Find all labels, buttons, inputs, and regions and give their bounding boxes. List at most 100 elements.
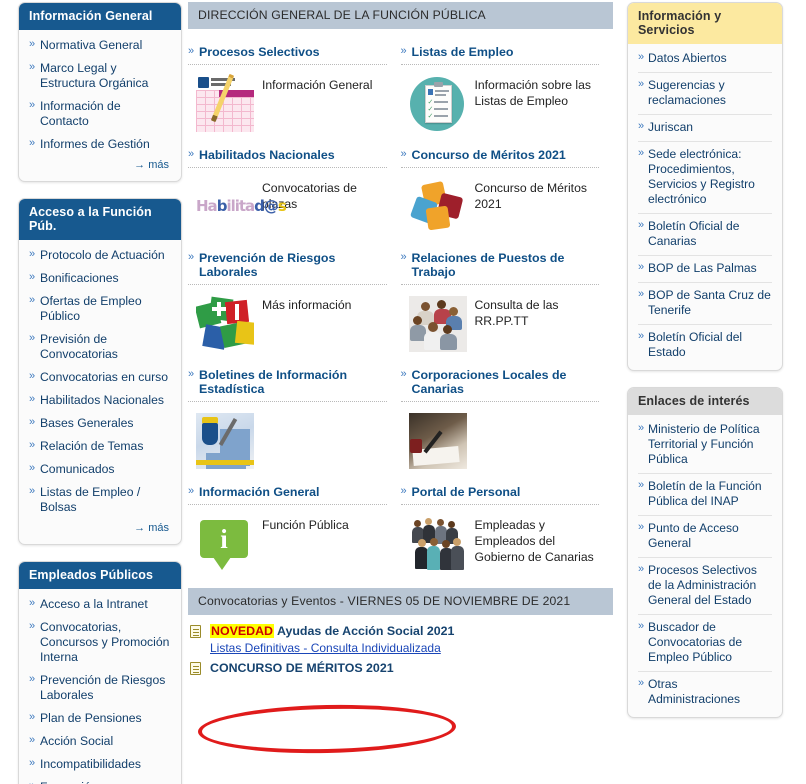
sidebar-item-datos-abiertos[interactable]: Datos Abiertos — [638, 46, 772, 73]
sidebar-item-boletin-funcion-publica-inap[interactable]: Boletín de la Función Pública del INAP — [638, 474, 772, 516]
sidebar-item-juriscan[interactable]: Juriscan — [638, 115, 772, 142]
sidebar-item-normativa-general[interactable]: Normativa General — [29, 34, 171, 57]
section-title[interactable]: Boletines de Información Estadística — [188, 362, 387, 402]
sidebar-block-body: Protocolo de Actuación Bonificaciones Of… — [19, 240, 181, 544]
section-link[interactable]: Función Pública — [262, 509, 349, 533]
group-photo-icon[interactable] — [409, 516, 467, 572]
section-link[interactable]: Concurso de Méritos 2021 — [475, 172, 600, 212]
sidebar-block-title: Acceso a la Función Púb. — [19, 199, 181, 240]
sidebar-item-bases-generales[interactable]: Bases Generales — [29, 412, 171, 435]
sidebar-item-habilitados-nacionales[interactable]: Habilitados Nacionales — [29, 389, 171, 412]
sidebar-item-bonificaciones[interactable]: Bonificaciones — [29, 267, 171, 290]
section-body — [401, 406, 600, 472]
section-corporaciones-locales-canarias: Corporaciones Locales de Canarias — [400, 362, 614, 472]
sidebar-item-boletin-oficial-canarias[interactable]: Boletín Oficial de Canarias — [638, 214, 772, 256]
sidebar-item-plan-pensiones[interactable]: Plan de Pensiones — [29, 707, 171, 730]
section-listas-de-empleo: Listas de Empleo ✓ ✓ ✓ Información sobre… — [400, 39, 614, 135]
habilitados-wordmark-icon[interactable]: Habilitad@s — [196, 179, 287, 219]
sidebar-item-informes-gestion[interactable]: Informes de Gestión — [29, 133, 171, 156]
sidebar-item-accion-social[interactable]: Acción Social — [29, 730, 171, 753]
sidebar-more-link[interactable]: → más — [29, 519, 171, 536]
sidebar-item-ministerio-politica-territorial[interactable]: Ministerio de Política Territorial y Fun… — [638, 417, 772, 474]
events-header: Convocatorias y Eventos - VIERNES 05 DE … — [188, 588, 613, 615]
sidebar-block-empleados-publicos: Empleados Públicos Acceso a la Intranet … — [18, 561, 182, 784]
sidebar-item-prevision-convocatorias[interactable]: Previsión de Convocatorias — [29, 328, 171, 366]
sidebar-item-formacion[interactable]: Formación — [29, 776, 171, 784]
sidebar-block-title: Empleados Públicos — [19, 562, 181, 589]
section-title[interactable]: Prevención de Riesgos Laborales — [188, 245, 387, 285]
safety-signs-icon[interactable] — [196, 296, 254, 352]
sidebar-more-link[interactable]: → más — [29, 156, 171, 173]
sidebar-item-relacion-temas[interactable]: Relación de Temas — [29, 435, 171, 458]
section-body: Habilitad@s Convocatorias de plazas — [188, 172, 387, 238]
teal-checklist-icon[interactable]: ✓ ✓ ✓ — [409, 76, 467, 132]
sidebar-block-body: Datos Abiertos Sugerencias y reclamacion… — [628, 44, 782, 370]
sidebar-item-ofertas-empleo-publico[interactable]: Ofertas de Empleo Público — [29, 290, 171, 328]
event-title[interactable]: CONCURSO DE MÉRITOS 2021 — [210, 660, 613, 677]
event-sublink-truncated[interactable] — [210, 677, 613, 684]
section-habilitados-nacionales: Habilitados Nacionales Habilitad@s Convo… — [188, 142, 401, 238]
section-portal-de-personal: Portal de Personal — [400, 479, 614, 575]
sidebar-item-boletin-oficial-estado[interactable]: Boletín Oficial del Estado — [638, 325, 772, 366]
spreadsheet-pencil-icon[interactable] — [196, 73, 254, 132]
sidebar-item-otras-administraciones[interactable]: Otras Administraciones — [638, 672, 772, 713]
section-link[interactable]: Información sobre las Listas de Empleo — [475, 69, 600, 109]
right-sidebar: Información y Servicios Datos Abiertos S… — [627, 2, 783, 734]
event-sublink[interactable]: Listas Definitivas - Consulta Individual… — [210, 640, 613, 657]
sidebar-item-bop-las-palmas[interactable]: BOP de Las Palmas — [638, 256, 772, 283]
sidebar-item-incompatibilidades[interactable]: Incompatibilidades — [29, 753, 171, 776]
section-body: ✓ ✓ ✓ Información sobre las Listas de Em… — [401, 69, 600, 135]
section-title[interactable]: Listas de Empleo — [400, 39, 599, 65]
signing-document-icon[interactable] — [408, 413, 467, 469]
sidebar-block-title: Información General — [19, 3, 181, 30]
green-info-balloon-icon[interactable]: i — [196, 516, 254, 572]
section-link[interactable]: Empleadas y Empleados del Gobierno de Ca… — [475, 509, 600, 565]
section-title[interactable]: Relaciones de Puestos de Trabajo — [400, 245, 599, 285]
sidebar-item-procesos-selectivos-age[interactable]: Procesos Selectivos de la Administración… — [638, 558, 772, 615]
sidebar-item-convocatorias-en-curso[interactable]: Convocatorias en curso — [29, 366, 171, 389]
section-title[interactable]: Información General — [188, 479, 387, 505]
sidebar-item-listas-empleo-bolsas[interactable]: Listas de Empleo / Bolsas — [29, 481, 171, 519]
section-grid: Procesos Selectivos Información General … — [188, 29, 613, 582]
section-title[interactable]: Corporaciones Locales de Canarias — [400, 362, 599, 402]
sidebar-block-informacion-servicios: Información y Servicios Datos Abiertos S… — [627, 2, 783, 371]
section-title[interactable]: Concurso de Méritos 2021 — [400, 142, 599, 168]
section-title[interactable]: Procesos Selectivos — [188, 39, 387, 65]
document-icon — [190, 662, 201, 675]
section-link[interactable]: Información General — [262, 69, 372, 93]
main-content: DIRECCIÓN GENERAL DE LA FUNCIÓN PÚBLICA … — [188, 2, 613, 687]
section-link[interactable]: Más información — [262, 289, 351, 313]
puzzle-pieces-icon[interactable] — [409, 179, 467, 235]
section-boletines-informacion-estadistica: Boletines de Información Estadística — [188, 362, 401, 472]
sidebar-block-title: Información y Servicios — [628, 3, 782, 44]
sidebar-block-body: Acceso a la Intranet Convocatorias, Conc… — [19, 589, 181, 784]
sidebar-item-comunicados[interactable]: Comunicados — [29, 458, 171, 481]
sidebar-item-bop-santa-cruz-tenerife[interactable]: BOP de Santa Cruz de Tenerife — [638, 283, 772, 325]
events-list: NOVEDAD Ayudas de Acción Social 2021 Lis… — [188, 615, 613, 687]
section-body: Información General — [188, 69, 387, 135]
section-link[interactable]: Consulta de las RR.PP.TT — [475, 289, 600, 329]
section-body: Concurso de Méritos 2021 — [401, 172, 600, 238]
sidebar-item-protocolo-actuacion[interactable]: Protocolo de Actuación — [29, 244, 171, 267]
sidebar-item-sugerencias-reclamaciones[interactable]: Sugerencias y reclamaciones — [638, 73, 772, 115]
sidebar-block-informacion-general: Información General Normativa General Ma… — [18, 2, 182, 182]
event-title[interactable]: NOVEDAD Ayudas de Acción Social 2021 — [210, 623, 613, 640]
canarias-statistics-icon[interactable] — [196, 413, 254, 469]
sidebar-item-sede-electronica[interactable]: Sede electrónica: Procedimientos, Servic… — [638, 142, 772, 214]
sidebar-block-body: Ministerio de Política Territorial y Fun… — [628, 415, 782, 717]
sidebar-item-prevencion-riesgos[interactable]: Prevención de Riesgos Laborales — [29, 669, 171, 707]
crowd-people-icon[interactable] — [408, 296, 467, 352]
sidebar-block-acceso-funcion-publica: Acceso a la Función Púb. Protocolo de Ac… — [18, 198, 182, 545]
sidebar-block-enlaces-interes: Enlaces de interés Ministerio de Polític… — [627, 387, 783, 718]
sidebar-item-marco-legal[interactable]: Marco Legal y Estructura Orgánica — [29, 57, 171, 95]
novedad-badge: NOVEDAD — [210, 624, 274, 638]
sidebar-item-buscador-convocatorias[interactable]: Buscador de Convocatorias de Empleo Públ… — [638, 615, 772, 672]
event-item: NOVEDAD Ayudas de Acción Social 2021 Lis… — [188, 623, 613, 660]
sidebar-item-acceso-intranet[interactable]: Acceso a la Intranet — [29, 593, 171, 616]
section-title[interactable]: Portal de Personal — [400, 479, 599, 505]
sidebar-item-punto-acceso-general[interactable]: Punto de Acceso General — [638, 516, 772, 558]
annotation-ellipse — [197, 702, 457, 756]
sidebar-item-convocatorias-concursos[interactable]: Convocatorias, Concursos y Promoción Int… — [29, 616, 171, 669]
section-title[interactable]: Habilitados Nacionales — [188, 142, 387, 168]
sidebar-item-informacion-contacto[interactable]: Información de Contacto — [29, 95, 171, 133]
